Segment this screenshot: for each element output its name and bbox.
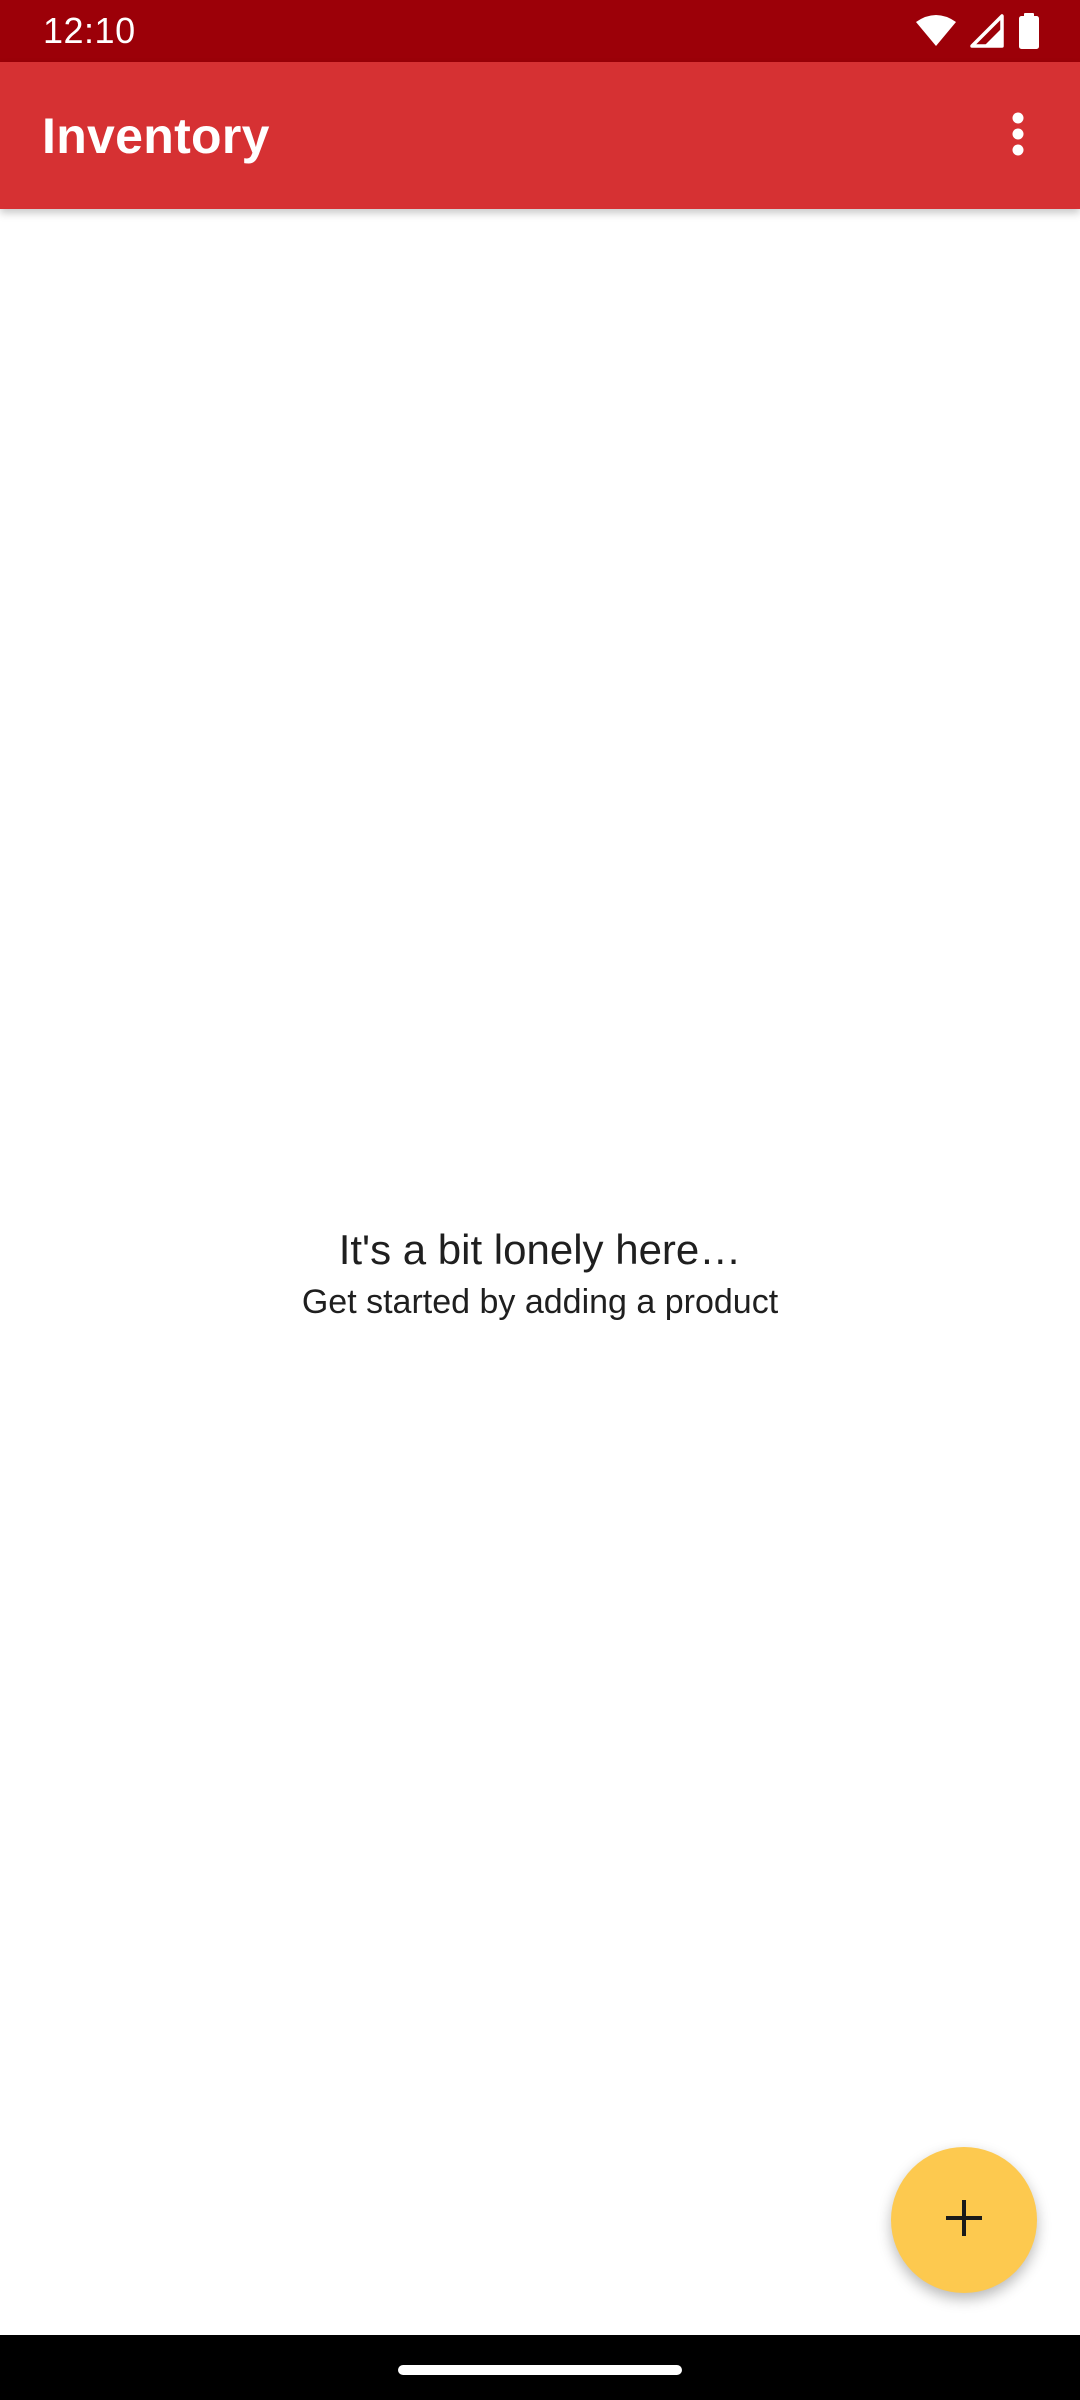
empty-state-subtitle: Get started by adding a product — [301, 1283, 779, 1321]
status-time: 12:10 — [43, 10, 136, 51]
page-title: Inventory — [42, 108, 270, 164]
status-icons — [916, 12, 1040, 50]
home-gesture-handle[interactable] — [398, 2365, 682, 2375]
empty-state-title: It's a bit lonely here… — [338, 1226, 742, 1273]
signal-icon — [970, 14, 1004, 48]
more-vert-icon — [1011, 112, 1025, 161]
app-bar: Inventory — [0, 62, 1080, 209]
empty-state: It's a bit lonely here… Get started by a… — [0, 1220, 1080, 1324]
navigation-bar — [0, 2335, 1080, 2400]
add-product-button[interactable] — [891, 2147, 1037, 2293]
wifi-icon — [916, 15, 956, 47]
add-icon — [944, 2198, 984, 2243]
status-bar: 12:10 — [0, 0, 1080, 62]
overflow-menu-button[interactable] — [978, 96, 1058, 176]
inventory-screen: 12:10 Inventory It's a bit lonely here… … — [0, 0, 1080, 2400]
battery-icon — [1018, 13, 1040, 49]
